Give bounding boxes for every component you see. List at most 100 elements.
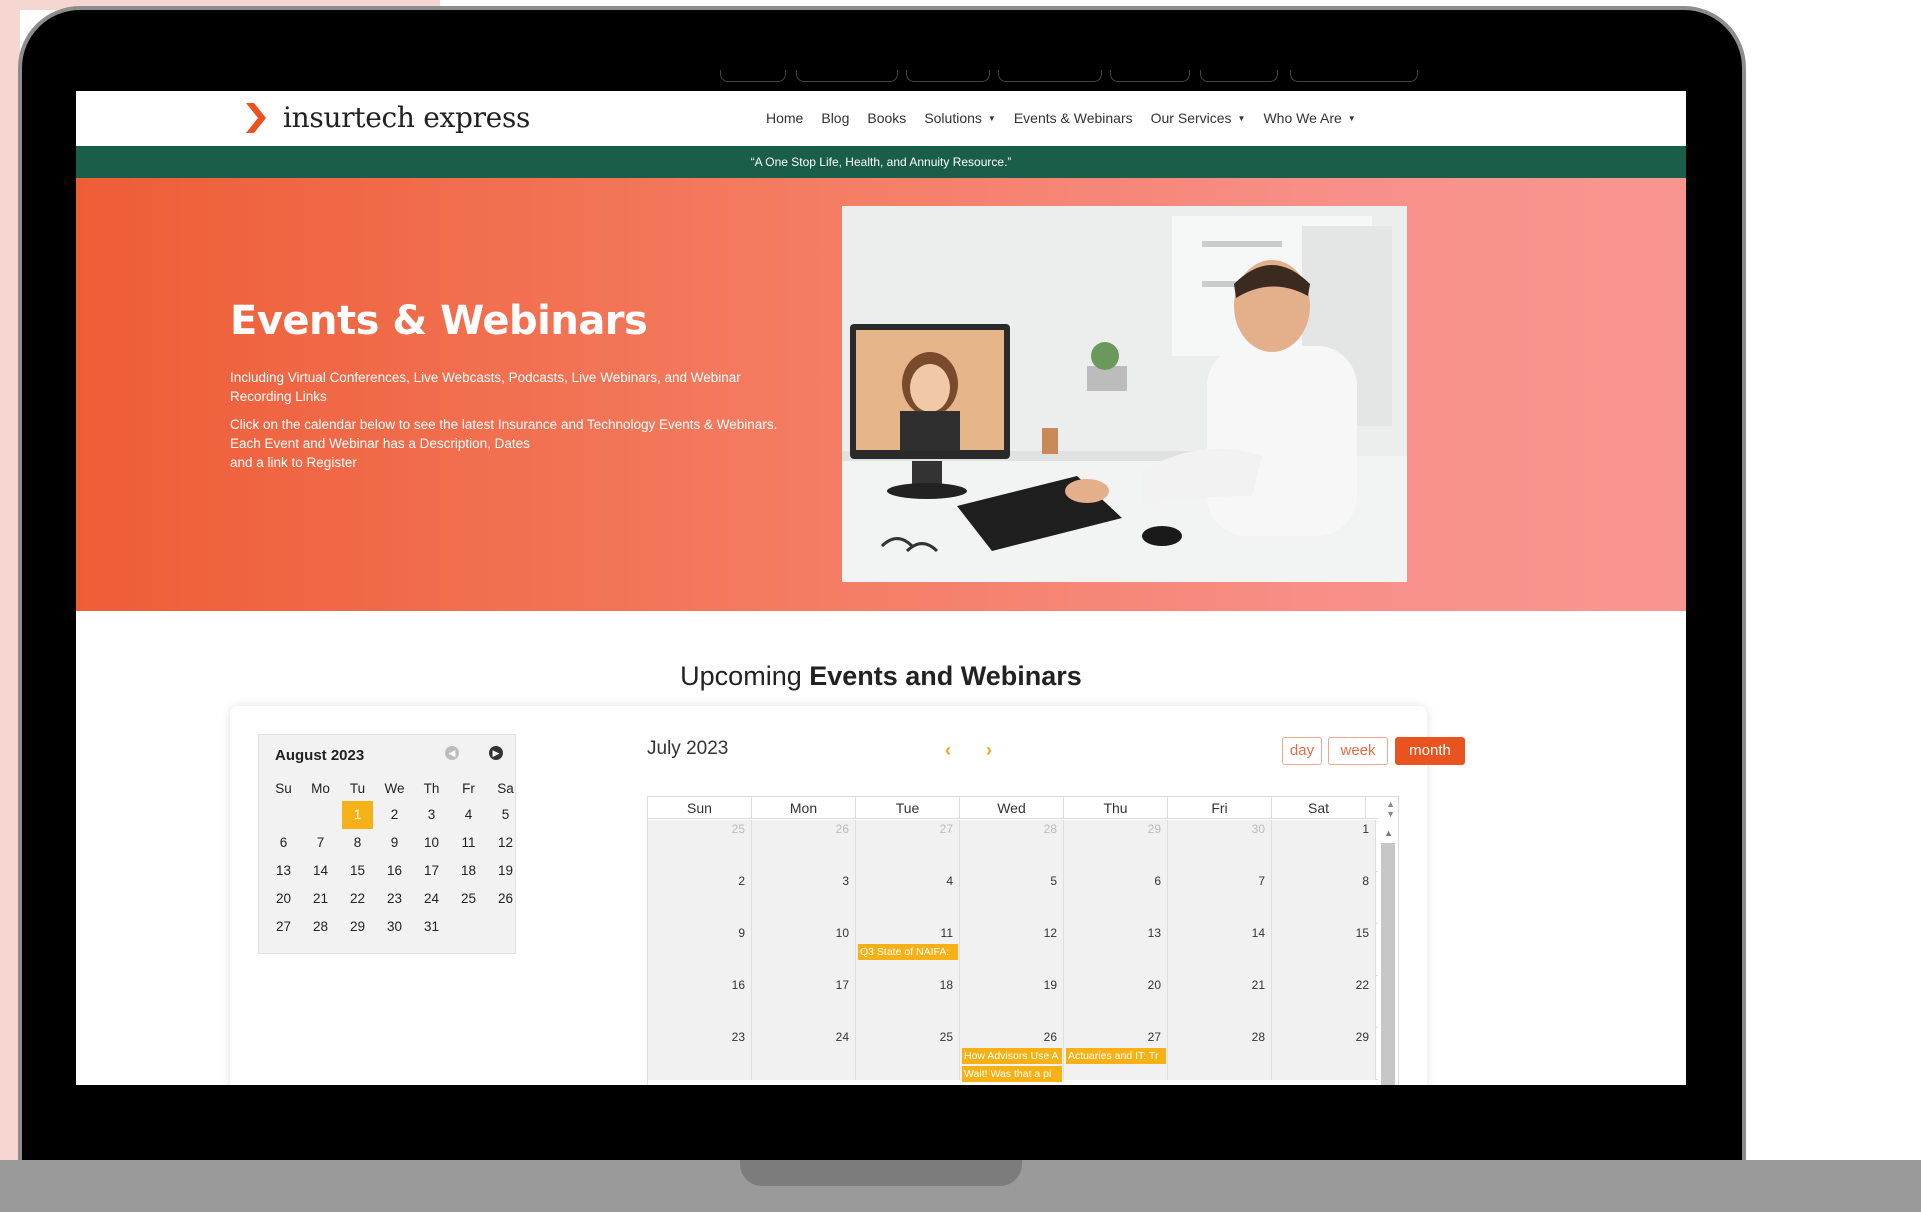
day-cell[interactable]: 27 Actuaries and IT: Tr <box>1064 1028 1168 1080</box>
day-cell[interactable]: 24 <box>752 1028 856 1080</box>
nav-item-events-webinars[interactable]: Events & Webinars <box>1014 110 1133 126</box>
mini-day[interactable]: 27 <box>265 913 302 941</box>
day-cell[interactable]: 13 <box>1064 924 1168 976</box>
day-cell[interactable]: 14 <box>1168 924 1272 976</box>
day-cell[interactable]: 1 <box>1272 820 1376 872</box>
mini-day[interactable]: 20 <box>265 885 302 913</box>
page: insurtech express Home Blog Books Solutions… <box>0 0 1921 1212</box>
day-cell[interactable]: 28 <box>960 820 1064 872</box>
view-month-button[interactable]: month <box>1395 737 1465 765</box>
day-cell[interactable]: 29 <box>1064 820 1168 872</box>
calendar-event[interactable]: Actuaries and IT: Tr <box>1066 1048 1166 1064</box>
mini-day[interactable]: 13 <box>265 857 302 885</box>
day-cell[interactable]: 18 <box>856 976 960 1028</box>
day-cell[interactable]: 15 <box>1272 924 1376 976</box>
day-cell[interactable]: 4 <box>856 872 960 924</box>
nav-item-label: Our Services <box>1150 110 1232 126</box>
day-cell[interactable]: 27 <box>856 820 960 872</box>
day-cell[interactable]: 5 <box>960 872 1064 924</box>
mini-day[interactable]: 18 <box>450 857 487 885</box>
day-number: 5 <box>1050 874 1057 888</box>
mini-day[interactable]: 31 <box>413 913 450 941</box>
site-logo[interactable]: insurtech express <box>283 101 530 134</box>
mini-day[interactable]: 9 <box>376 829 413 857</box>
grid-scrollbar[interactable]: ▲ ▼ ▲ <box>1378 797 1398 1085</box>
mini-day[interactable]: 2 <box>376 801 413 829</box>
mini-day[interactable]: 22 <box>339 885 376 913</box>
mini-day[interactable]: 8 <box>339 829 376 857</box>
calendar-prev-chevron-icon[interactable]: ‹ <box>945 740 951 761</box>
calendar-event[interactable]: Wait! Was that a pi <box>962 1066 1062 1082</box>
day-cell[interactable]: 8 <box>1272 872 1376 924</box>
day-cell[interactable]: 2 <box>648 872 752 924</box>
mini-day[interactable]: 25 <box>450 885 487 913</box>
mini-day[interactable]: 12 <box>487 829 524 857</box>
mini-day[interactable]: 1 <box>342 801 373 829</box>
mini-day[interactable]: 15 <box>339 857 376 885</box>
prev-month-icon[interactable]: ◀ <box>445 746 459 760</box>
mini-day[interactable]: 21 <box>302 885 339 913</box>
mini-day[interactable]: 17 <box>413 857 450 885</box>
scroll-updown-icon[interactable]: ▲ ▼ <box>1386 799 1395 819</box>
nav-item-label: Blog <box>821 110 850 126</box>
bezel-detail <box>1290 70 1418 82</box>
mini-day[interactable]: 10 <box>413 829 450 857</box>
day-cell[interactable]: 16 <box>648 976 752 1028</box>
day-cell[interactable]: 30 <box>1168 820 1272 872</box>
mini-day[interactable]: 23 <box>376 885 413 913</box>
day-cell[interactable]: 29 <box>1272 1028 1376 1080</box>
day-cell[interactable]: 3 <box>752 872 856 924</box>
nav-item-who-we-are[interactable]: Who We Are ▼ <box>1263 110 1355 126</box>
mini-day[interactable]: 4 <box>450 801 487 829</box>
day-number: 21 <box>1251 978 1265 992</box>
calendar-next-chevron-icon[interactable]: › <box>986 740 992 761</box>
day-cell[interactable]: 7 <box>1168 872 1272 924</box>
mini-day[interactable]: 19 <box>487 857 524 885</box>
day-cell[interactable]: 25 <box>856 1028 960 1080</box>
day-cell[interactable]: 23 <box>648 1028 752 1080</box>
day-cell[interactable]: 11 Q3 State of NAIFA: <box>856 924 960 976</box>
nav-item-home[interactable]: Home <box>766 110 803 126</box>
mini-day[interactable]: 26 <box>487 885 524 913</box>
scroll-up-icon[interactable]: ▲ <box>1384 828 1393 838</box>
day-cell[interactable]: 21 <box>1168 976 1272 1028</box>
day-number: 28 <box>1043 822 1057 836</box>
mini-day[interactable]: 6 <box>265 829 302 857</box>
scroll-thumb[interactable] <box>1381 843 1395 1085</box>
calendar-event[interactable]: How Advisors Use A <box>962 1048 1062 1064</box>
mini-day[interactable]: 11 <box>450 829 487 857</box>
mini-day[interactable]: 5 <box>487 801 524 829</box>
calendar-event[interactable]: Q3 State of NAIFA: <box>858 944 958 960</box>
day-cell[interactable]: 9 <box>648 924 752 976</box>
weekday-label: Thu <box>1064 797 1168 818</box>
mini-day[interactable]: 28 <box>302 913 339 941</box>
mini-day[interactable]: 29 <box>339 913 376 941</box>
logo-chevron-icon[interactable] <box>246 103 268 133</box>
day-cell[interactable]: 28 <box>1168 1028 1272 1080</box>
nav-item-our-services[interactable]: Our Services ▼ <box>1151 110 1246 126</box>
view-week-button[interactable]: week <box>1328 737 1388 765</box>
mini-day[interactable]: 14 <box>302 857 339 885</box>
day-cell[interactable]: 22 <box>1272 976 1376 1028</box>
nav-item-solutions[interactable]: Solutions ▼ <box>924 110 996 126</box>
nav-item-blog[interactable]: Blog <box>821 110 849 126</box>
day-number: 19 <box>1043 978 1057 992</box>
mini-day[interactable]: 24 <box>413 885 450 913</box>
day-cell[interactable]: 26 How Advisors Use A Wait! Was that a pi <box>960 1028 1064 1082</box>
day-cell[interactable]: 19 <box>960 976 1064 1028</box>
day-cell[interactable]: 6 <box>1064 872 1168 924</box>
mini-day[interactable]: 7 <box>302 829 339 857</box>
day-cell[interactable]: 12 <box>960 924 1064 976</box>
next-month-icon[interactable]: ▶ <box>489 746 503 760</box>
day-cell[interactable]: 26 <box>752 820 856 872</box>
day-cell[interactable]: 10 <box>752 924 856 976</box>
day-cell[interactable]: 20 <box>1064 976 1168 1028</box>
day-cell[interactable]: 25 <box>648 820 752 872</box>
day-cell[interactable]: 17 <box>752 976 856 1028</box>
mini-day[interactable]: 30 <box>376 913 413 941</box>
view-day-button[interactable]: day <box>1282 737 1322 765</box>
mini-day[interactable]: 16 <box>376 857 413 885</box>
mini-day[interactable]: 3 <box>413 801 450 829</box>
nav-item-books[interactable]: Books <box>867 110 906 126</box>
hero-description-main: Click on the calendar below to see the l… <box>230 417 778 451</box>
